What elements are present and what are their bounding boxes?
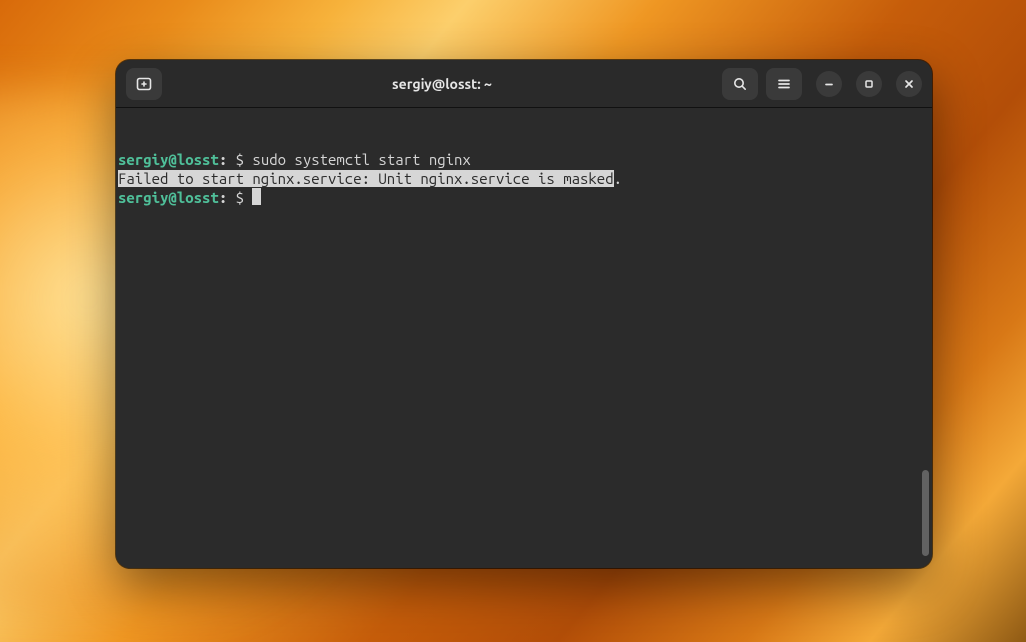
prompt-symbol: $ — [227, 151, 252, 168]
minimize-button[interactable] — [816, 71, 842, 97]
terminal-line-2: Failed to start nginx.service: Unit ngin… — [118, 169, 930, 188]
prompt-user: sergiy@losst — [118, 189, 219, 206]
terminal-viewport[interactable]: sergiy@losst: $ sudo systemctl start ngi… — [116, 108, 932, 568]
search-button[interactable] — [722, 68, 758, 100]
scrollbar-thumb[interactable] — [922, 470, 929, 556]
prompt-separator: : — [219, 151, 227, 168]
terminal-line-1: sergiy@losst: $ sudo systemctl start ngi… — [118, 150, 930, 169]
selected-output: Failed to start nginx.service: Unit ngin… — [118, 170, 614, 187]
maximize-button[interactable] — [856, 71, 882, 97]
hamburger-icon — [776, 76, 792, 92]
terminal-cursor — [252, 188, 261, 205]
command-text: sudo systemctl start nginx — [252, 151, 470, 168]
prompt-symbol: $ — [227, 189, 252, 206]
new-tab-button[interactable] — [126, 68, 162, 100]
menu-button[interactable] — [766, 68, 802, 100]
search-icon — [732, 76, 748, 92]
close-button[interactable] — [896, 71, 922, 97]
window-title: sergiy@losst: ~ — [392, 76, 492, 92]
terminal-window: sergiy@losst: ~ — [116, 60, 932, 568]
minimize-icon — [823, 78, 835, 90]
prompt-user: sergiy@losst — [118, 151, 219, 168]
terminal-line-3: sergiy@losst: $ — [118, 188, 930, 207]
prompt-separator: : — [219, 189, 227, 206]
maximize-icon — [863, 78, 875, 90]
output-tail: . — [614, 170, 622, 187]
titlebar[interactable]: sergiy@losst: ~ — [116, 60, 932, 108]
close-icon — [903, 78, 915, 90]
new-tab-icon — [135, 75, 153, 93]
